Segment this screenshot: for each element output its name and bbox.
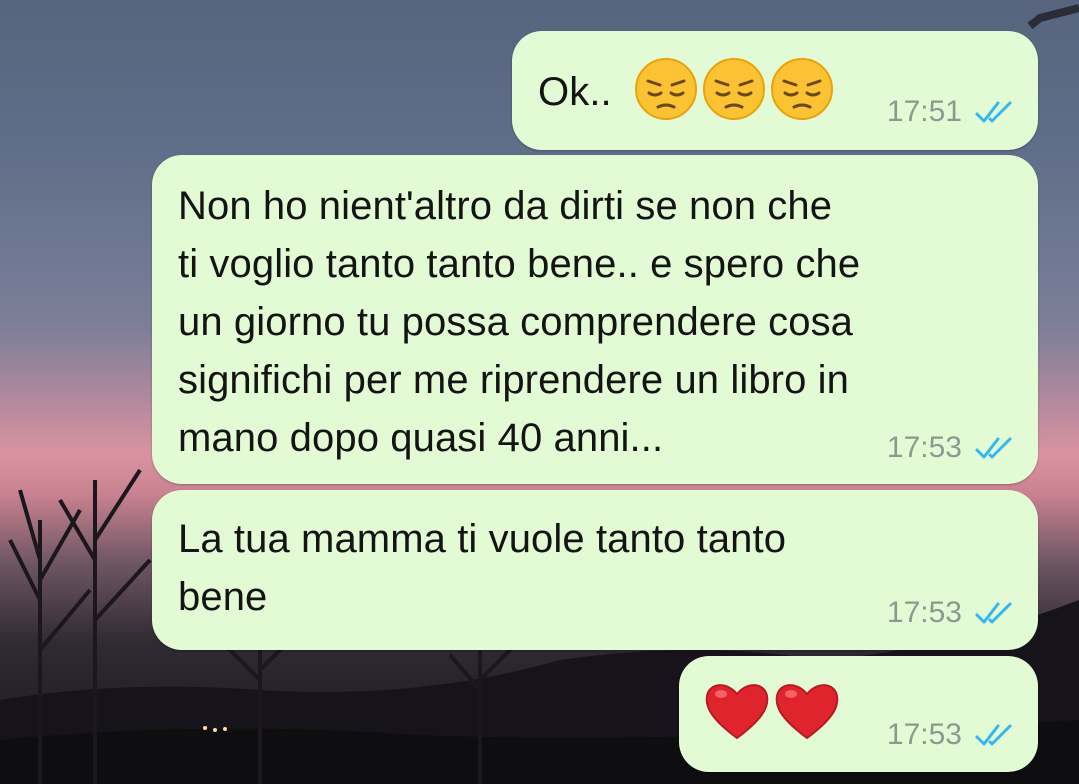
double-check-read-icon xyxy=(975,602,1012,624)
double-check-read-icon xyxy=(975,437,1012,459)
pensive-face-emoji-icon xyxy=(771,58,833,120)
outgoing-message-bubble[interactable]: La tua mamma ti vuole tanto tanto bene 1… xyxy=(152,490,1038,650)
outgoing-message-bubble[interactable]: Non ho nient'altro da dirti se non che t… xyxy=(152,155,1038,484)
message-time: 17:53 xyxy=(886,596,962,629)
message-time: 17:51 xyxy=(886,95,962,128)
red-heart-emoji-icon xyxy=(705,684,769,740)
message-text: Non ho nient'altro da dirti se non che t… xyxy=(178,184,861,460)
message-text: La tua mamma ti vuole tanto tanto bene xyxy=(178,517,787,619)
emoji-group xyxy=(634,57,834,121)
double-check-read-icon xyxy=(975,724,1012,746)
message-meta: 17:53 xyxy=(887,718,1016,752)
message-time: 17:53 xyxy=(886,718,962,751)
pensive-face-emoji-icon xyxy=(635,58,697,120)
outgoing-message-bubble[interactable]: 17:53 xyxy=(679,656,1038,772)
message-text: Ok.. xyxy=(538,70,612,114)
red-heart-emoji-icon xyxy=(775,684,839,740)
emoji-group xyxy=(703,678,841,742)
double-check-read-icon xyxy=(975,101,1012,123)
outgoing-message-bubble[interactable]: Ok.. 17:51 xyxy=(512,31,1038,150)
message-meta: 17:51 xyxy=(887,95,1016,129)
message-meta: 17:53 xyxy=(887,431,1016,465)
message-meta: 17:53 xyxy=(887,596,1016,630)
message-time: 17:53 xyxy=(886,431,962,464)
pensive-face-emoji-icon xyxy=(703,58,765,120)
